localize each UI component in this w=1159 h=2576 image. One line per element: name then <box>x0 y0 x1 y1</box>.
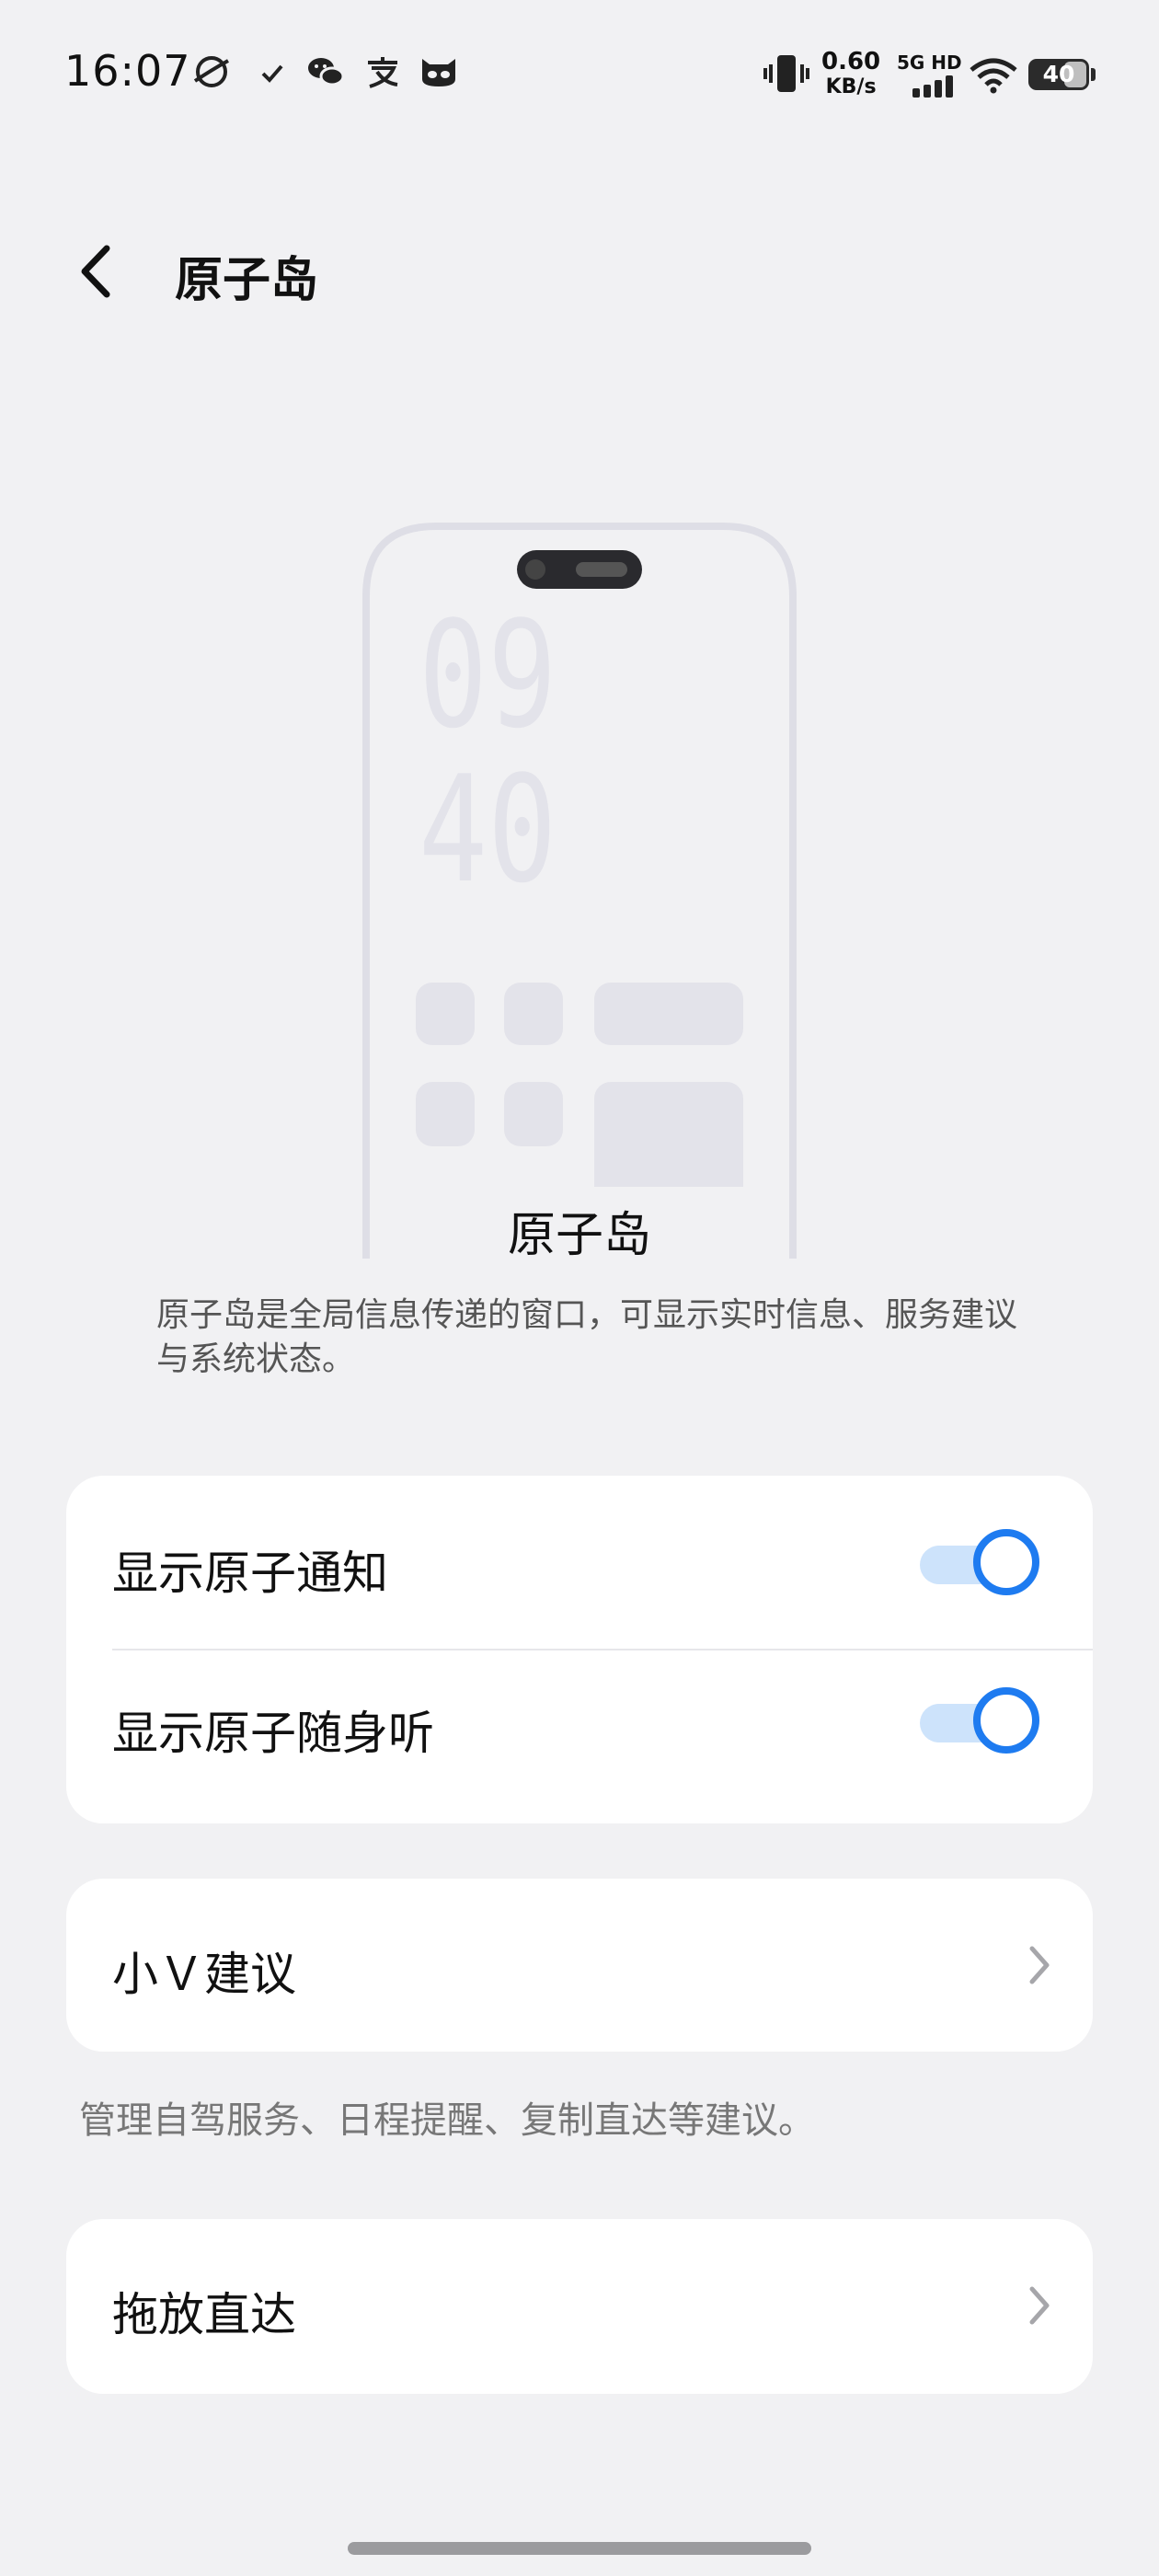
widget-tile <box>416 1082 475 1146</box>
home-indicator[interactable] <box>348 2542 811 2555</box>
toggle-knob <box>973 1687 1039 1754</box>
show-atomic-notification-row[interactable]: 显示原子通知 <box>66 1476 1093 1649</box>
widget-tile <box>594 983 743 1045</box>
atomic-player-toggle[interactable] <box>920 1684 1049 1757</box>
drag-drop-row[interactable]: 拖放直达 <box>66 2219 1093 2394</box>
widget-tile <box>504 983 563 1045</box>
chevron-right-icon <box>1029 2286 1050 2325</box>
atomic-notification-toggle[interactable] <box>920 1525 1049 1599</box>
row-label: 小Ｖ建议 <box>112 1948 296 2001</box>
row-label: 显示原子通知 <box>112 1547 388 1600</box>
clock-hour: 09 <box>419 589 557 761</box>
widget-tile <box>416 983 475 1045</box>
suggestions-hint: 管理自驾服务、日程提醒、复制直达等建议。 <box>79 2099 815 2142</box>
row-label: 拖放直达 <box>112 2288 296 2341</box>
clock-minute: 40 <box>419 743 557 915</box>
show-atomic-player-row[interactable]: 显示原子随身听 <box>66 1650 1093 1823</box>
suggestions-row[interactable]: 小Ｖ建议 <box>66 1879 1093 2052</box>
chevron-right-icon <box>1029 1946 1050 1984</box>
settings-card: 显示原子通知 显示原子随身听 <box>66 1476 1093 1823</box>
feature-description: 原子岛是全局信息传递的窗口，可显示实时信息、服务建议与系统状态。 <box>156 1296 1018 1378</box>
phone-illustration: 09 40 <box>0 0 1159 1259</box>
toggle-knob <box>973 1529 1039 1595</box>
widget-tile <box>504 1082 563 1146</box>
widget-tile <box>594 1082 743 1187</box>
feature-title: 原子岛 <box>507 1208 651 1263</box>
row-label: 显示原子随身听 <box>112 1707 434 1760</box>
